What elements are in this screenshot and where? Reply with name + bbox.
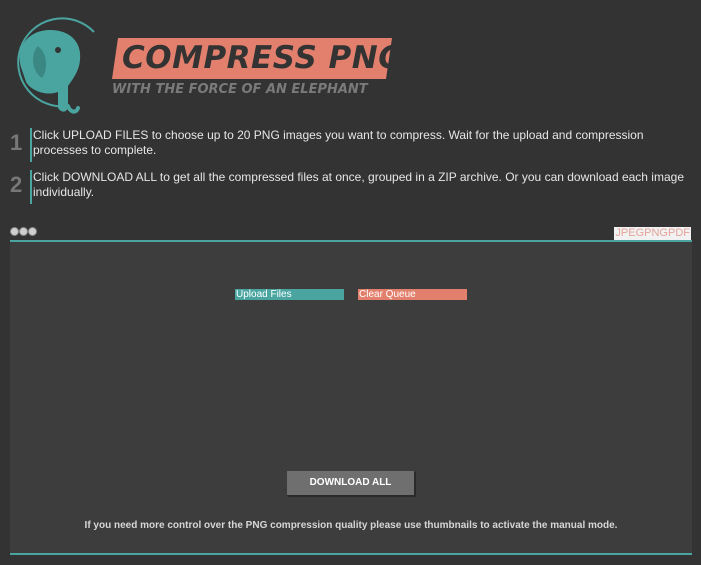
logo-tagline: WITH THE FORCE OF AN ELEPHANT [112, 82, 368, 97]
step-divider [30, 170, 32, 204]
step-divider [30, 128, 32, 162]
upload-files-button[interactable]: Upload Files [235, 289, 344, 300]
uploader-panel: Upload Files Clear Queue DOWNLOAD ALL If… [10, 240, 692, 555]
step-1: 1 Click UPLOAD FILES to choose up to 20 … [8, 128, 693, 162]
carousel-dot[interactable] [19, 227, 28, 236]
carousel-dot[interactable] [10, 227, 19, 236]
tab-pdf[interactable]: PDF [668, 227, 690, 239]
format-tabs: JPEGPNGPDF [614, 227, 691, 240]
page: COMPRESS PNG WITH THE FORCE OF AN ELEPHA… [0, 0, 701, 565]
manual-mode-note: If you need more control over the PNG co… [84, 520, 618, 531]
download-all-button[interactable]: DOWNLOAD ALL [287, 471, 415, 496]
logo-title: COMPRESS PNG [122, 40, 405, 76]
tab-png[interactable]: PNG [644, 227, 668, 239]
carousel-dot[interactable] [28, 227, 37, 236]
step-2: 2 Click DOWNLOAD ALL to get all the comp… [8, 170, 693, 204]
step-number: 1 [10, 130, 23, 155]
tab-jpeg[interactable]: JPEG [615, 227, 644, 239]
step-text: Click DOWNLOAD ALL to get all the compre… [33, 170, 684, 199]
step-number: 2 [10, 172, 23, 197]
clear-queue-button[interactable]: Clear Queue [358, 289, 467, 300]
elephant-icon [17, 17, 95, 114]
step-text: Click UPLOAD FILES to choose up to 20 PN… [33, 128, 644, 157]
